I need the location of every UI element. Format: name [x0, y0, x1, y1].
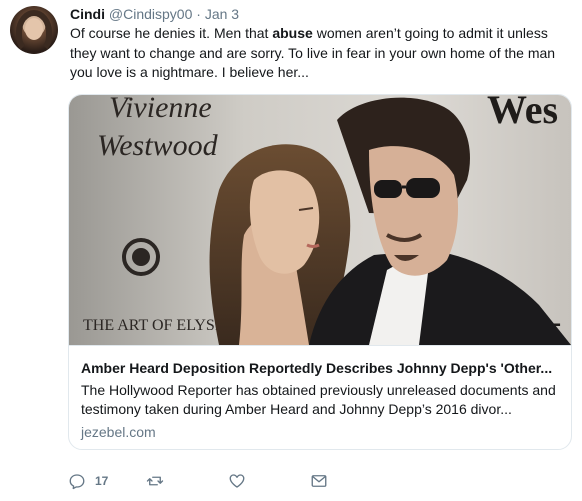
- card-description: The Hollywood Reporter has obtained prev…: [81, 382, 556, 417]
- reply-button[interactable]: 17: [68, 470, 108, 492]
- card-body: Amber Heard Deposition Reportedly Descri…: [69, 345, 571, 449]
- card-image: Vivienne Westwood THE ART OF ELYSI Wes R…: [69, 95, 571, 345]
- link-card[interactable]: Vivienne Westwood THE ART OF ELYSI Wes R…: [68, 94, 572, 450]
- backdrop-art-of: THE ART OF ELYSI: [83, 317, 220, 334]
- message-icon: [311, 475, 327, 487]
- backdrop-brand-line2: Westwood: [97, 129, 219, 162]
- card-title[interactable]: Amber Heard Deposition Reportedly Descri…: [81, 359, 561, 377]
- author-handle[interactable]: @Cindispy00: [109, 6, 192, 22]
- tweet-text-before: Of course he denies it. Men that: [70, 25, 273, 41]
- retweet-icon: [146, 476, 164, 486]
- reply-icon: [69, 474, 85, 490]
- like-button[interactable]: [228, 470, 246, 492]
- reply-count: 17: [95, 474, 109, 488]
- avatar[interactable]: [10, 6, 58, 54]
- author-name[interactable]: Cindi: [70, 6, 105, 22]
- tweet-text: Of course he denies it. Men that abuse w…: [70, 24, 570, 83]
- avatar-face: [25, 18, 43, 40]
- backdrop-seal-center: [132, 248, 150, 266]
- header-separator: ·: [196, 6, 201, 22]
- message-button[interactable]: [310, 470, 328, 492]
- tweet-header: Cindi @Cindispy00 · Jan 3: [70, 5, 239, 23]
- tweet-text-bold: abuse: [272, 25, 313, 41]
- like-icon: [229, 474, 245, 488]
- backdrop-brand-line1: Vivienne: [109, 95, 212, 124]
- retweet-button[interactable]: [146, 470, 164, 492]
- backdrop-right-top: Wes: [487, 95, 558, 132]
- tweet-date[interactable]: Jan 3: [205, 6, 239, 22]
- card-domain: jezebel.com: [81, 424, 156, 440]
